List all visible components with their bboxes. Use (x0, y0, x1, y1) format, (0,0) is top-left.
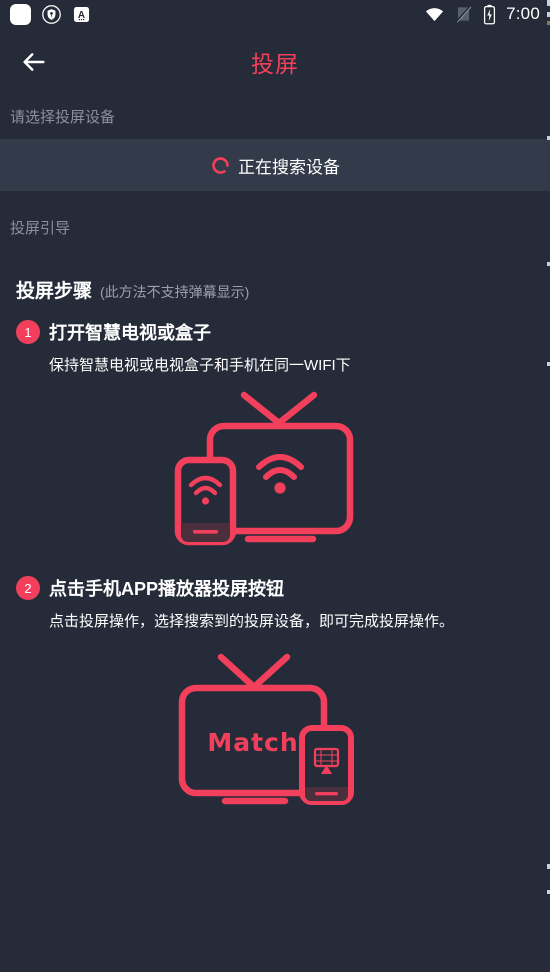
nav-bar: 投屏 (0, 28, 550, 96)
tv-phone-wifi-illustration (16, 389, 534, 559)
guide-section-label: 投屏引导 (10, 219, 71, 237)
step-number-badge: 1 (16, 320, 40, 344)
step-title-row: 1 打开智慧电视或盒子 (16, 319, 534, 345)
searching-devices-label: 正在搜索设备 (238, 157, 340, 177)
step-title: 打开智慧电视或盒子 (49, 323, 211, 343)
device-picker-label: 请选择投屏设备 (10, 108, 116, 126)
status-bar-right-icons: 7:00 (424, 4, 550, 25)
steps-heading: 投屏步骤 (16, 281, 93, 302)
step-description: 保持智慧电视或电视盒子和手机在同一WIFI下 (49, 357, 351, 374)
step-item: 2 点击手机APP播放器投屏按钮 点击投屏操作，选择搜索到的投屏设备，即可完成投… (0, 559, 550, 825)
step-title-row: 2 点击手机APP播放器投屏按钮 (16, 575, 534, 601)
step-description: 点击投屏操作，选择搜索到的投屏设备，即可完成投屏操作。 (49, 613, 455, 630)
status-bar-left-icons: A (0, 3, 91, 25)
app-square-icon (10, 3, 31, 25)
loading-spinner-icon (210, 155, 231, 176)
shield-icon (42, 4, 61, 24)
steps-heading-note: (此方法不支持弹幕显示) (100, 284, 250, 300)
page-title: 投屏 (251, 51, 299, 77)
text-box-icon: A (72, 5, 91, 24)
step-number-badge: 2 (16, 576, 40, 600)
step-title: 点击手机APP播放器投屏按钮 (49, 579, 285, 599)
battery-charging-icon (482, 4, 497, 25)
tv-screen-text: Match (207, 728, 298, 757)
wifi-icon (424, 4, 445, 25)
searching-devices-row[interactable]: 正在搜索设备 (0, 139, 550, 191)
status-bar: A 7:00 (0, 0, 550, 28)
cast-screen-page: A 7:00 投屏 请选择投屏设备 正在搜索设备 投屏引导 投屏步骤 (此方法不… (0, 0, 550, 972)
steps-heading-row: 投屏步骤 (此方法不支持弹幕显示) (0, 262, 550, 303)
tv-match-phone-cast-illustration: Match (16, 645, 534, 825)
step-item: 1 打开智慧电视或盒子 保持智慧电视或电视盒子和手机在同一WIFI下 (0, 303, 550, 559)
status-bar-clock: 7:00 (506, 4, 540, 23)
cast-guide-steps: 投屏步骤 (此方法不支持弹幕显示) 1 打开智慧电视或盒子 保持智慧电视或电视盒… (0, 262, 550, 825)
no-sim-icon (454, 4, 473, 24)
